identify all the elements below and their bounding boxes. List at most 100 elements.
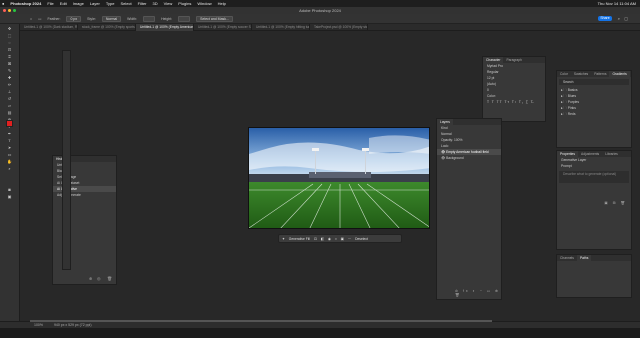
camera-icon[interactable]: ◎ [97, 276, 101, 281]
rectangle-tool-icon[interactable]: ▭ [7, 152, 12, 157]
gradient-search-input[interactable]: Search [559, 79, 629, 85]
tab-channels[interactable]: Channels [557, 255, 577, 261]
move-tool-icon[interactable]: ✥ [7, 26, 12, 31]
menu-help[interactable]: Help [218, 0, 226, 7]
width-label: Width: [127, 16, 138, 21]
brush-tool-icon[interactable]: ✏ [7, 82, 12, 87]
height-input[interactable] [178, 15, 191, 22]
screen-mode-icon[interactable]: ▣ [7, 194, 12, 199]
zoom-level[interactable]: 100% [34, 323, 43, 327]
menu-image[interactable]: Image [73, 0, 84, 7]
menu-view[interactable]: View [164, 0, 173, 7]
menu-type[interactable]: Type [106, 0, 115, 7]
menu-app-name[interactable]: Photoshop 2024 [10, 0, 41, 7]
layer-name: Empty American football field [446, 150, 489, 154]
channels-panel: Channels Paths [556, 254, 632, 298]
generative-fill-button[interactable]: Generative Fill [289, 237, 310, 241]
history-brush-tool-icon[interactable]: ↺ [7, 96, 12, 101]
menubar-clock: Thu Nov 14 11:04 AM [597, 1, 636, 6]
marquee-tool-icon[interactable]: ▭ [38, 17, 41, 21]
width-input[interactable] [143, 15, 156, 22]
eye-icon[interactable]: 👁 [441, 156, 445, 160]
document-tab[interactable]: Untitled-1 @ 100% (Empty soccer Stadium … [194, 24, 252, 31]
crop-tool-icon[interactable]: ⌗ [7, 54, 12, 59]
menu-window[interactable]: Window [197, 0, 211, 7]
canvas-document-image[interactable] [248, 127, 430, 229]
apple-icon[interactable]: ● [2, 0, 4, 7]
menu-plugins[interactable]: Plugins [178, 0, 191, 7]
new-snapshot-icon[interactable]: ⊕ [89, 276, 92, 281]
object-select-tool-icon[interactable]: ⊡ [7, 47, 12, 52]
zoom-tool-icon[interactable]: ⌕ [7, 166, 12, 171]
menu-select[interactable]: Select [121, 0, 132, 7]
eye-icon[interactable]: 👁 [441, 150, 445, 154]
hand-tool-icon[interactable]: ✋ [7, 159, 12, 164]
layers-panel: Layers Kind Normal Opacity: 100% Lock: 👁… [436, 118, 502, 300]
deselect-button[interactable]: Deselect [355, 237, 368, 241]
document-size[interactable]: 940 px x 529 px (72 ppi) [54, 323, 92, 327]
clone-stamp-tool-icon[interactable]: ⊥ [7, 89, 12, 94]
path-select-tool-icon[interactable]: ➤ [7, 145, 12, 150]
document-tab[interactable]: Untitled-1 @ 100% (Empty hitting turf, R… [252, 24, 310, 31]
football-field-photo [249, 128, 429, 228]
frame-tool-icon[interactable]: ⊠ [7, 61, 12, 66]
document-tab-active[interactable]: Untitled-1 @ 100% (Empty American footba… [136, 24, 194, 31]
workspace-icon[interactable]: ▢ [624, 16, 628, 21]
type-tool-icon[interactable]: T [7, 138, 12, 143]
zoom-window-button[interactable] [13, 9, 16, 12]
menu-3d[interactable]: 3D [153, 0, 158, 7]
tab-paths[interactable]: Paths [576, 255, 592, 261]
gradient-group[interactable]: ▸ 🗀 Reds [557, 111, 631, 117]
select-and-mask-button[interactable]: Select and Mask... [196, 15, 233, 22]
search-icon[interactable]: ⌕ [618, 16, 620, 21]
minimize-window-button[interactable] [8, 9, 11, 12]
marquee-tool-icon[interactable]: ⬚ [7, 33, 12, 38]
tab-color[interactable]: Color [557, 71, 571, 77]
home-icon[interactable]: ⌂ [30, 17, 32, 21]
layer-actions-bar[interactable]: ⊘ fx ◐ ◔ ▭ ⊕ 🗑 [455, 289, 501, 297]
menu-filter[interactable]: Filter [138, 0, 147, 7]
invert-selection-icon[interactable]: ◧ [321, 237, 324, 241]
modify-selection-icon[interactable]: ⊡ [314, 237, 317, 241]
tab-swatches[interactable]: Swatches [571, 71, 591, 77]
fill-icon[interactable]: ▣ [341, 237, 344, 241]
document-tab[interactable]: TakeProject.psd @ 100% (Empty stadium, R… [310, 24, 368, 31]
feather-input[interactable]: 0 px [66, 15, 82, 22]
menu-edit[interactable]: Edit [60, 0, 67, 7]
tab-paragraph[interactable]: Paragraph [503, 57, 524, 63]
tab-patterns[interactable]: Patterns [591, 71, 609, 77]
style-select[interactable]: Normal [101, 15, 122, 22]
menu-file[interactable]: File [47, 0, 53, 7]
horizontal-scrollbar[interactable] [30, 320, 492, 322]
character-panel: Character Paragraph Myriad Pro Regular 1… [482, 56, 546, 122]
share-button[interactable]: Share [598, 16, 612, 21]
group-label: Basics [567, 88, 578, 92]
prompt-textarea[interactable]: Describe what to generate (optional) [559, 171, 629, 183]
document-tab[interactable]: Untitled-1 @ 100% (Dark stadium, RGB/8) [20, 24, 78, 31]
mac-menubar: ● Photoshop 2024 File Edit Image Layer T… [0, 0, 640, 7]
foreground-color-swatch[interactable] [6, 120, 13, 127]
tab-libraries[interactable]: Libraries [602, 151, 621, 157]
generative-fill-icon[interactable]: ✦ [282, 237, 285, 241]
lasso-tool-icon[interactable]: ◌ [7, 40, 12, 45]
more-options-icon[interactable]: ⋯ [348, 237, 351, 241]
eyedropper-tool-icon[interactable]: ✎ [7, 68, 12, 73]
crop-icon[interactable]: ⌗ [335, 237, 337, 241]
layer-name: Background [446, 156, 464, 160]
mask-icon[interactable]: ◉ [328, 237, 331, 241]
pen-tool-icon[interactable]: ✒ [7, 131, 12, 136]
layer-row[interactable]: 👁 Background [437, 155, 501, 161]
tab-gradients[interactable]: Gradients [609, 71, 630, 77]
trash-icon[interactable]: 🗑 [107, 276, 112, 281]
document-tab[interactable]: stock_frame @ 100% (Empty sports turf in… [78, 24, 136, 31]
menu-layer[interactable]: Layer [90, 0, 100, 7]
eraser-tool-icon[interactable]: ▱ [7, 103, 12, 108]
group-label: Blues [567, 94, 577, 98]
properties-actions[interactable]: ▣ ⊞ 🗑 [604, 201, 627, 205]
type-style-buttons[interactable]: T T TT Tт T¹ T₁ T̲ T̶ [483, 99, 545, 105]
healing-brush-tool-icon[interactable]: ✚ [7, 75, 12, 80]
color-panels: Color Swatches Patterns Gradients Search… [556, 70, 632, 148]
quick-mask-icon[interactable]: ◙ [7, 187, 12, 192]
gradient-tool-icon[interactable]: ▤ [7, 110, 12, 115]
close-window-button[interactable] [3, 9, 6, 12]
